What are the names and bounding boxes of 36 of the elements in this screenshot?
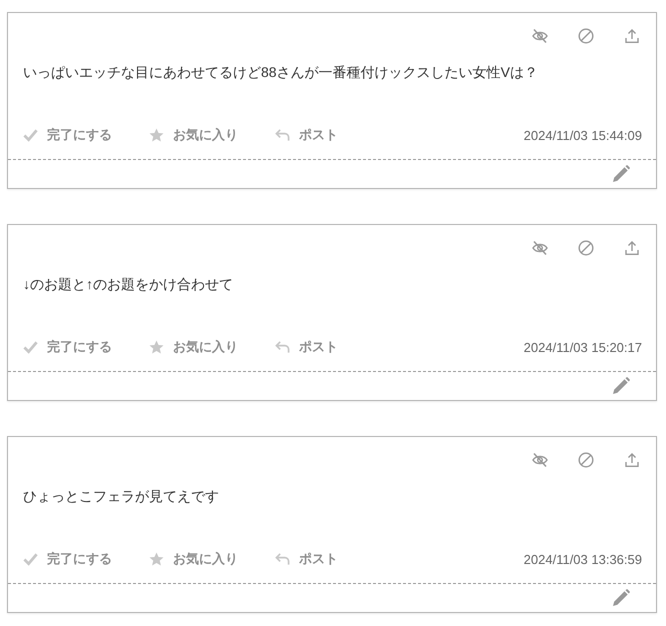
timestamp: 2024/11/03 15:44:09 [524,128,642,142]
mark-done-button[interactable]: 完了にする [23,126,112,144]
favorite-button[interactable]: お気に入り [149,550,238,568]
check-icon [23,128,38,142]
star-icon [149,552,164,566]
eye-slash-icon[interactable] [532,240,548,256]
check-icon [23,340,38,354]
ban-icon[interactable] [578,28,594,44]
timestamp: 2024/11/03 15:20:17 [524,340,642,354]
check-icon [23,552,38,566]
ban-icon[interactable] [578,240,594,256]
pencil-icon[interactable] [612,589,630,607]
eye-slash-icon[interactable] [532,28,548,44]
upload-icon[interactable] [624,240,640,256]
ban-icon[interactable] [578,452,594,468]
timestamp: 2024/11/03 13:36:59 [524,552,642,566]
upload-icon[interactable] [624,28,640,44]
mark-done-button[interactable]: 完了にする [23,338,112,356]
reply-arrow-icon [275,340,290,354]
upload-icon[interactable] [624,452,640,468]
favorite-button[interactable]: お気に入り [149,338,238,356]
star-icon [149,340,164,354]
post-text: ひょっとこフェラが見てえです [23,487,220,506]
post-button[interactable]: ポスト [275,126,338,144]
pencil-icon[interactable] [612,377,630,395]
pencil-icon[interactable] [612,165,630,183]
post-button[interactable]: ポスト [275,338,338,356]
mark-done-button[interactable]: 完了にする [23,550,112,568]
post-button[interactable]: ポスト [275,550,338,568]
reply-arrow-icon [275,128,290,142]
post-text: ↓のお題と↑のお題をかけ合わせて [23,275,234,294]
reply-arrow-icon [275,552,290,566]
eye-slash-icon[interactable] [532,452,548,468]
star-icon [149,128,164,142]
post-text: いっぱいエッチな目にあわせてるけど88さんが一番種付けックスしたい女性Vは？ [23,63,539,82]
favorite-button[interactable]: お気に入り [149,126,238,144]
